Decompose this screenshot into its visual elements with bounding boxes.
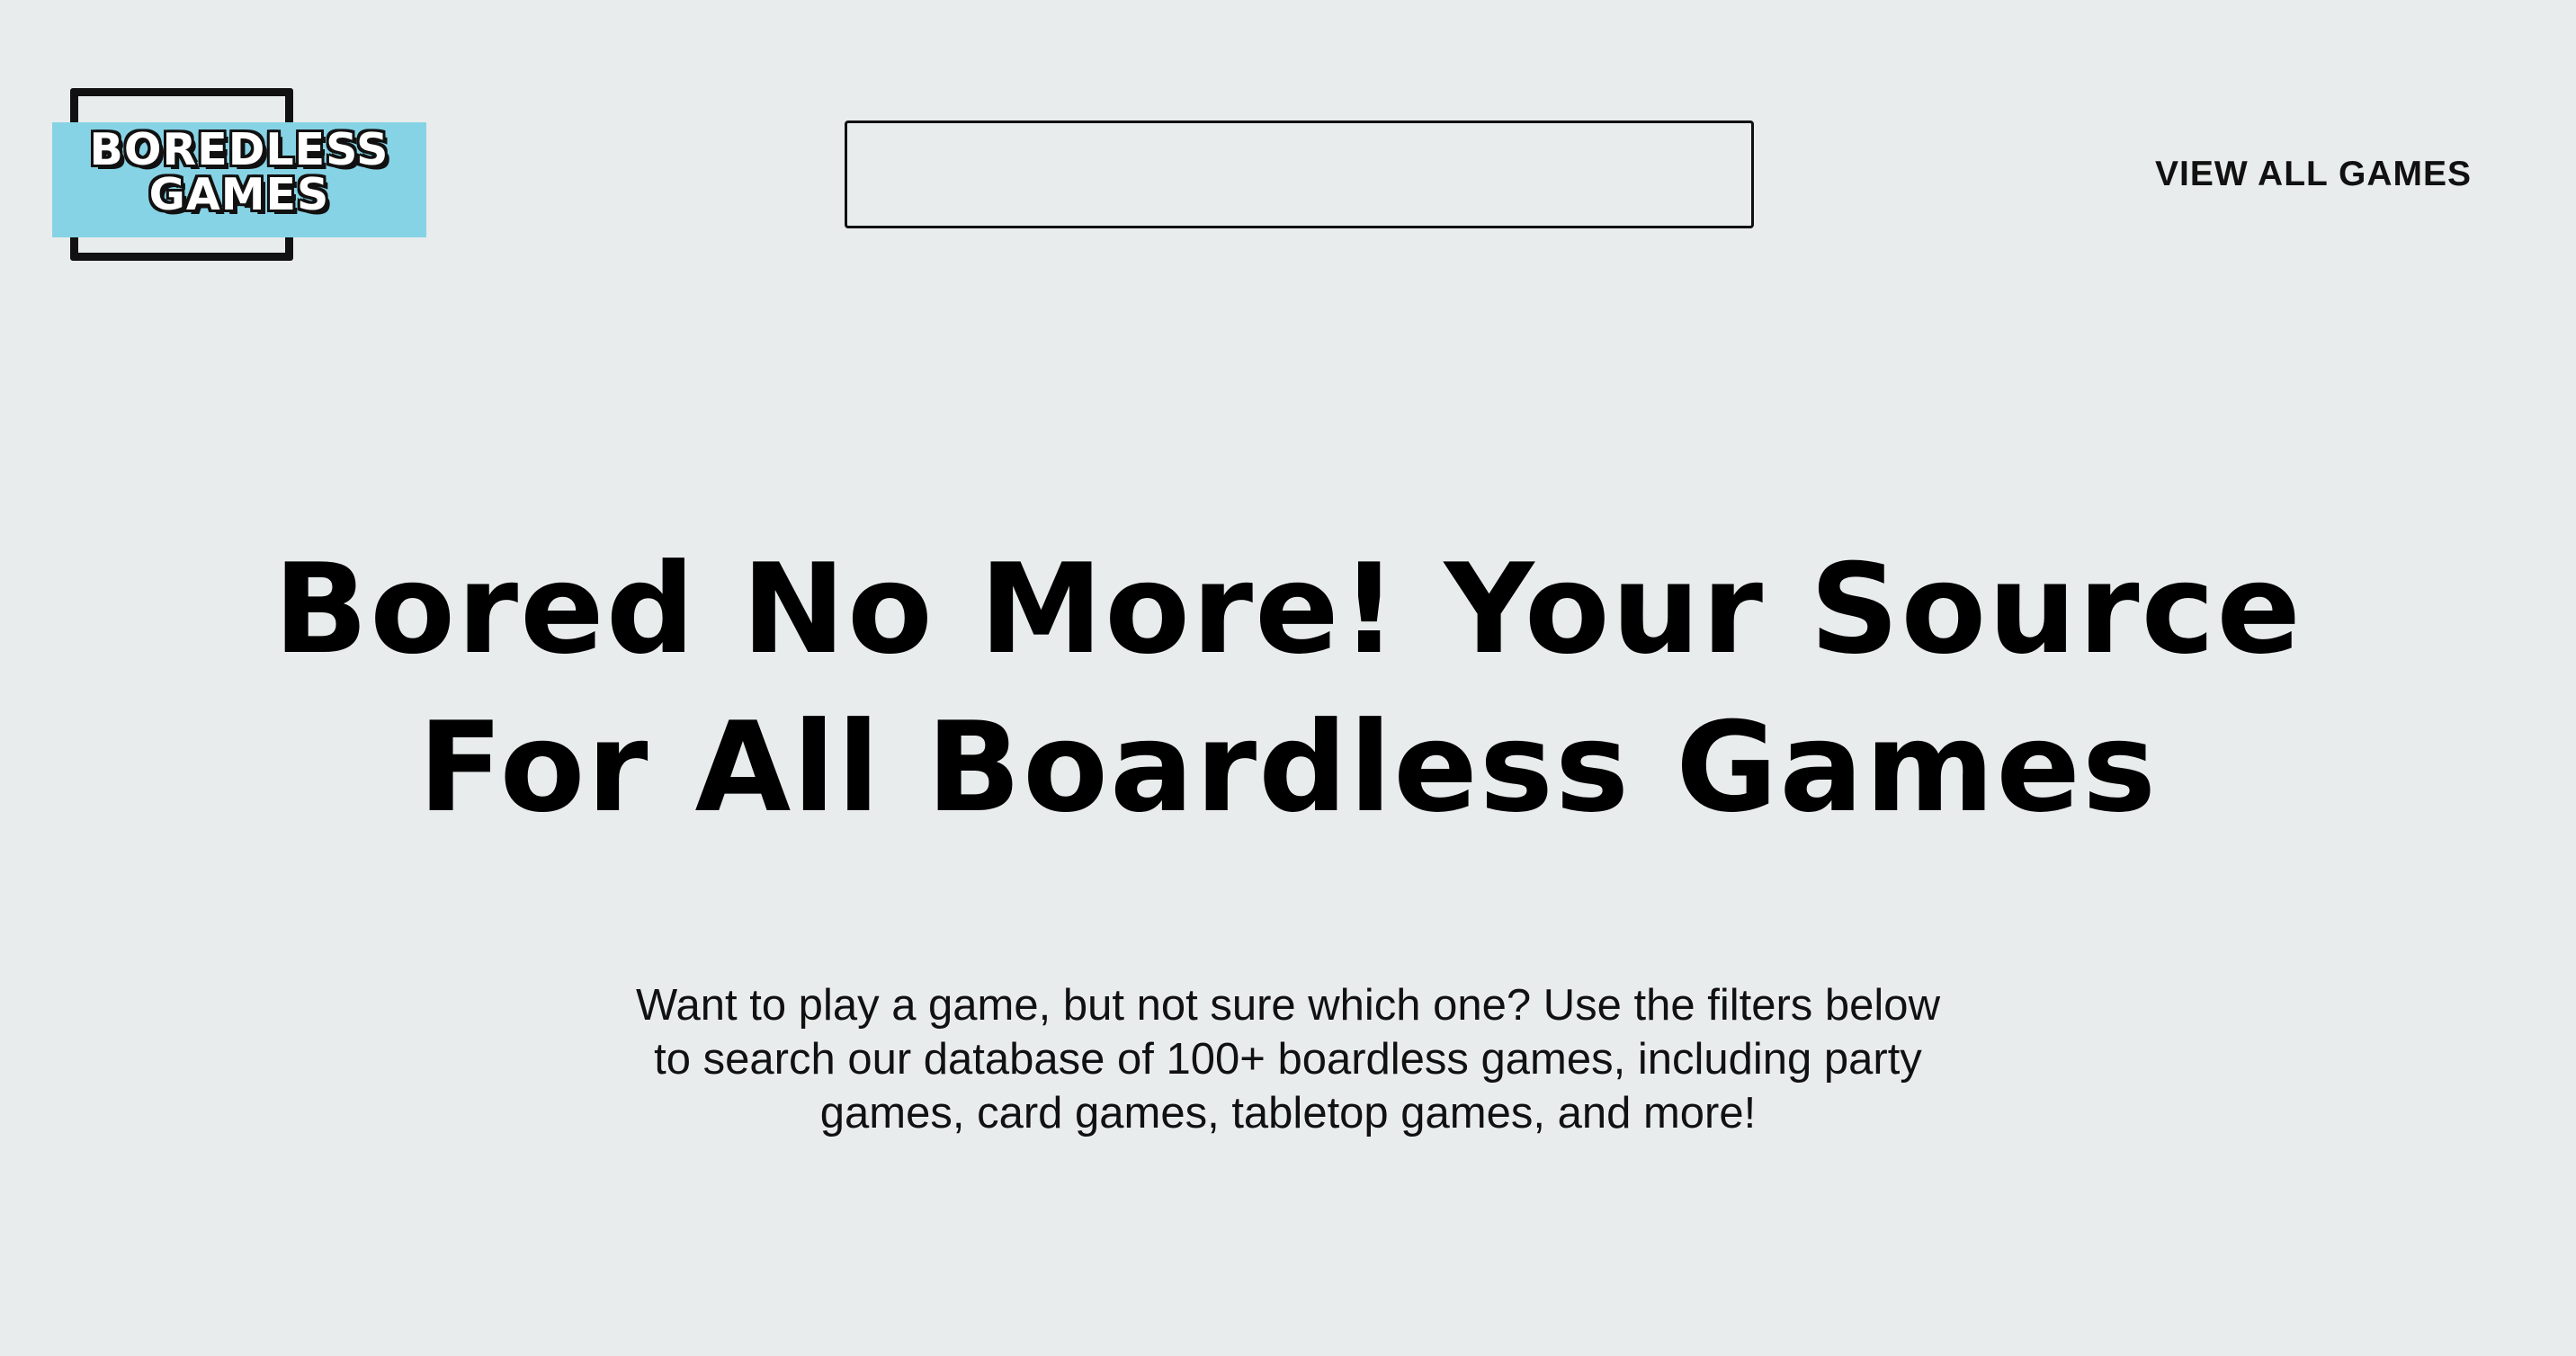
logo-text: BOREDLESS GAMES	[52, 128, 426, 218]
hero-subtitle: Want to play a game, but not sure which …	[568, 978, 2008, 1140]
search-input[interactable]	[845, 120, 1754, 228]
hero-subtitle-line-1: Want to play a game, but not sure which …	[636, 981, 1940, 1030]
hero-subtitle-line-3: games, card games, tabletop games, and m…	[819, 1089, 1757, 1137]
site-logo[interactable]: BOREDLESS GAMES	[52, 88, 426, 261]
logo-line-2: GAMES	[148, 169, 330, 220]
logo-line-1: BOREDLESS	[89, 124, 389, 175]
view-all-games-link[interactable]: VIEW ALL GAMES	[2155, 155, 2472, 194]
hero-subtitle-line-2: to search our database of 100+ boardless…	[654, 1035, 1922, 1084]
site-header: BOREDLESS GAMES VIEW ALL GAMES	[0, 0, 2576, 288]
hero-title: Bored No More! Your Source For All Board…	[209, 531, 2367, 847]
hero-title-line-2: For All Boardless Games	[417, 695, 2159, 840]
hero-title-line-1: Bored No More! Your Source	[273, 537, 2303, 682]
